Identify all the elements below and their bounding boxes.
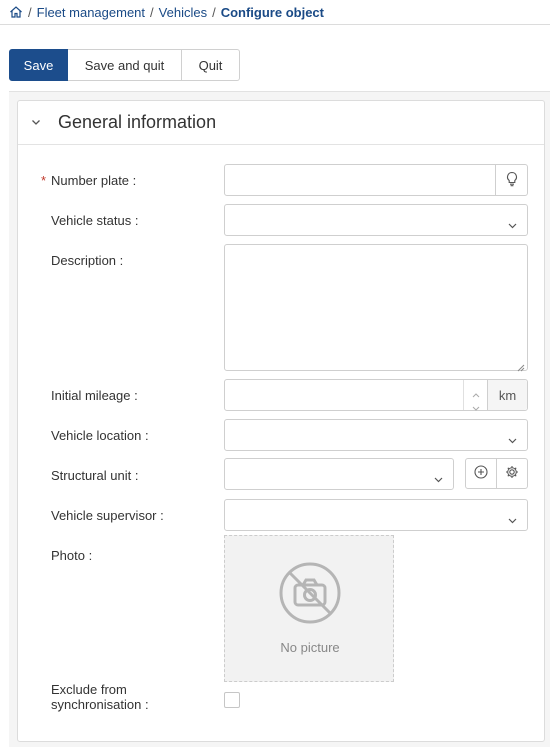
plus-circle-icon [474,465,488,482]
structural-unit-label: Structural unit : [51,468,139,483]
vehicle-supervisor-select[interactable] [224,499,528,531]
breadcrumb-fleet-management[interactable]: Fleet management [37,5,145,20]
no-picture-text: No picture [280,640,340,655]
panel-header[interactable]: General information [18,101,544,145]
chevron-down-icon [508,432,517,444]
action-toolbar: Save Save and quit Quit [9,49,240,81]
breadcrumb-separator: / [28,4,32,20]
no-camera-icon [278,561,342,625]
breadcrumb: / Fleet management / Vehicles / Configur… [0,0,550,25]
breadcrumb-separator: / [150,4,154,20]
photo-label: Photo : [51,548,93,563]
exclude-sync-label-line2: synchronisation : [51,697,149,712]
initial-mileage-input[interactable]: km [224,379,528,411]
quit-button[interactable]: Quit [182,49,240,81]
breadcrumb-vehicles[interactable]: Vehicles [159,5,207,20]
resize-handle-icon[interactable] [517,360,525,372]
save-and-quit-button[interactable]: Save and quit [68,49,182,81]
vehicle-supervisor-label: Vehicle supervisor : [51,508,164,523]
lightbulb-icon [505,171,519,190]
chevron-down-icon [434,471,443,483]
number-plate-label: Number plate : [51,173,137,188]
description-textarea[interactable] [224,244,528,372]
breadcrumb-current: Configure object [220,4,324,20]
description-label: Description : [51,253,124,268]
chevron-down-icon [508,512,517,524]
chevron-down-icon[interactable] [30,116,42,128]
vehicle-status-label: Vehicle status : [51,213,139,228]
chevron-down-icon [508,217,517,229]
configure-structural-unit-button[interactable] [496,458,528,489]
required-marker: * [41,173,47,188]
mileage-spinner[interactable] [463,380,487,411]
vehicle-location-select[interactable] [224,419,528,451]
structural-unit-select[interactable] [224,458,454,490]
breadcrumb-separator: / [212,4,216,20]
suggest-button[interactable] [495,165,527,195]
number-plate-input[interactable] [224,164,528,196]
save-button[interactable]: Save [9,49,68,81]
panel-title: General information [58,112,217,132]
exclude-sync-checkbox[interactable] [224,692,240,708]
spin-down-icon[interactable] [472,399,480,411]
spin-up-icon[interactable] [472,386,480,398]
exclude-sync-label-line1: Exclude from [51,682,127,697]
unit-addon: km [487,380,527,410]
vehicle-location-label: Vehicle location : [51,428,149,443]
photo-upload-area[interactable]: No picture [224,535,394,682]
home-icon[interactable] [9,5,23,19]
initial-mileage-label: Initial mileage : [51,388,138,403]
add-structural-unit-button[interactable] [465,458,497,489]
gear-icon [505,465,519,482]
vehicle-status-select[interactable] [224,204,528,236]
